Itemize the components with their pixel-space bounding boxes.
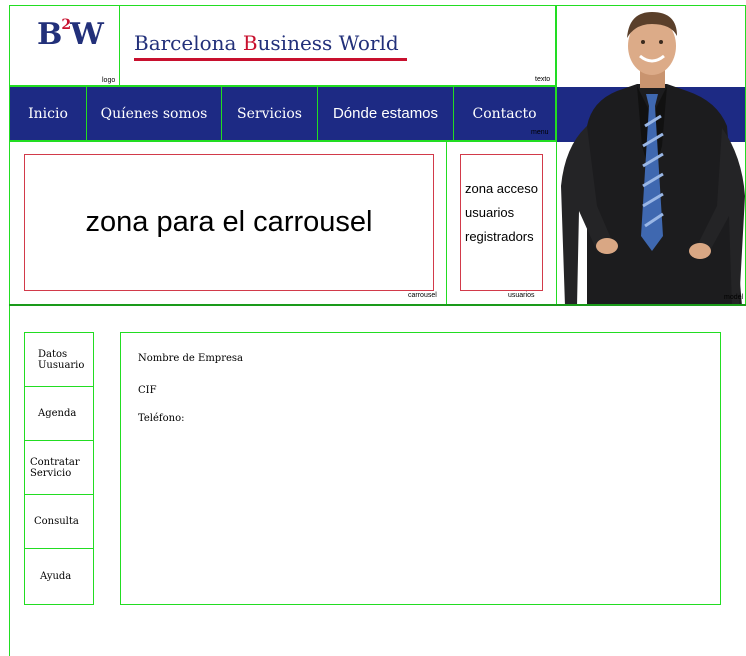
businessman-image (557, 6, 745, 304)
side-item-datos-usuario[interactable]: Datos Uusuario (25, 333, 93, 387)
logo-letter-b: B (37, 17, 62, 52)
logo-letter-w: W (70, 17, 104, 52)
logo-section: B2W logo (9, 5, 120, 86)
texto-caption: texto (535, 76, 551, 83)
side-menu: Datos Uusuario Agenda Contratar Servicio… (24, 332, 94, 605)
side-item-contratar-servicio[interactable]: Contratar Servicio (25, 441, 93, 495)
usuarios-line: registradors (465, 229, 534, 244)
usuarios-line: usuarios (465, 205, 515, 220)
model-caption: model (724, 294, 744, 301)
nav-item-servicios[interactable]: Servicios (222, 87, 318, 140)
brand-title: Barcelona Business World (134, 31, 399, 55)
menu-caption: menu (531, 129, 549, 136)
nav-item-inicio[interactable]: Inicio (10, 87, 87, 140)
usuarios-line: zona acceso (465, 181, 538, 196)
side-item-agenda[interactable]: Agenda (25, 387, 93, 441)
field-nombre-empresa: Nombre de Empresa (138, 353, 244, 364)
model-section: model (556, 5, 746, 305)
logo-superscript: 2 (61, 17, 71, 33)
field-cif: CIF (138, 385, 157, 396)
user-access-zone[interactable]: zona acceso usuarios registradors (460, 154, 543, 291)
side-item-ayuda[interactable]: Ayuda (25, 549, 93, 604)
carrousel-caption: carrousel (408, 292, 437, 299)
logo-caption: logo (102, 77, 116, 84)
section-divider (9, 304, 746, 306)
carrousel-zone[interactable]: zona para el carrousel (24, 154, 434, 291)
nav-item-quienes-somos[interactable]: Quíenes somos (87, 87, 222, 140)
field-telefono: Teléfono: (138, 413, 185, 424)
brand-underline (134, 58, 407, 61)
texto-section: Barcelona Business World texto (119, 5, 556, 86)
content-panel: Nombre de Empresa CIF Teléfono: (120, 332, 721, 605)
logo[interactable]: B2W (37, 17, 104, 52)
nav-item-donde-estamos[interactable]: Dónde estamos (318, 87, 454, 140)
usuarios-caption: usuarios (508, 292, 535, 299)
side-item-consulta[interactable]: Consulta (25, 495, 93, 549)
carrousel-placeholder-text: zona para el carrousel (85, 206, 373, 238)
main-nav: Inicio Quíenes somos Servicios Dónde est… (9, 86, 556, 141)
